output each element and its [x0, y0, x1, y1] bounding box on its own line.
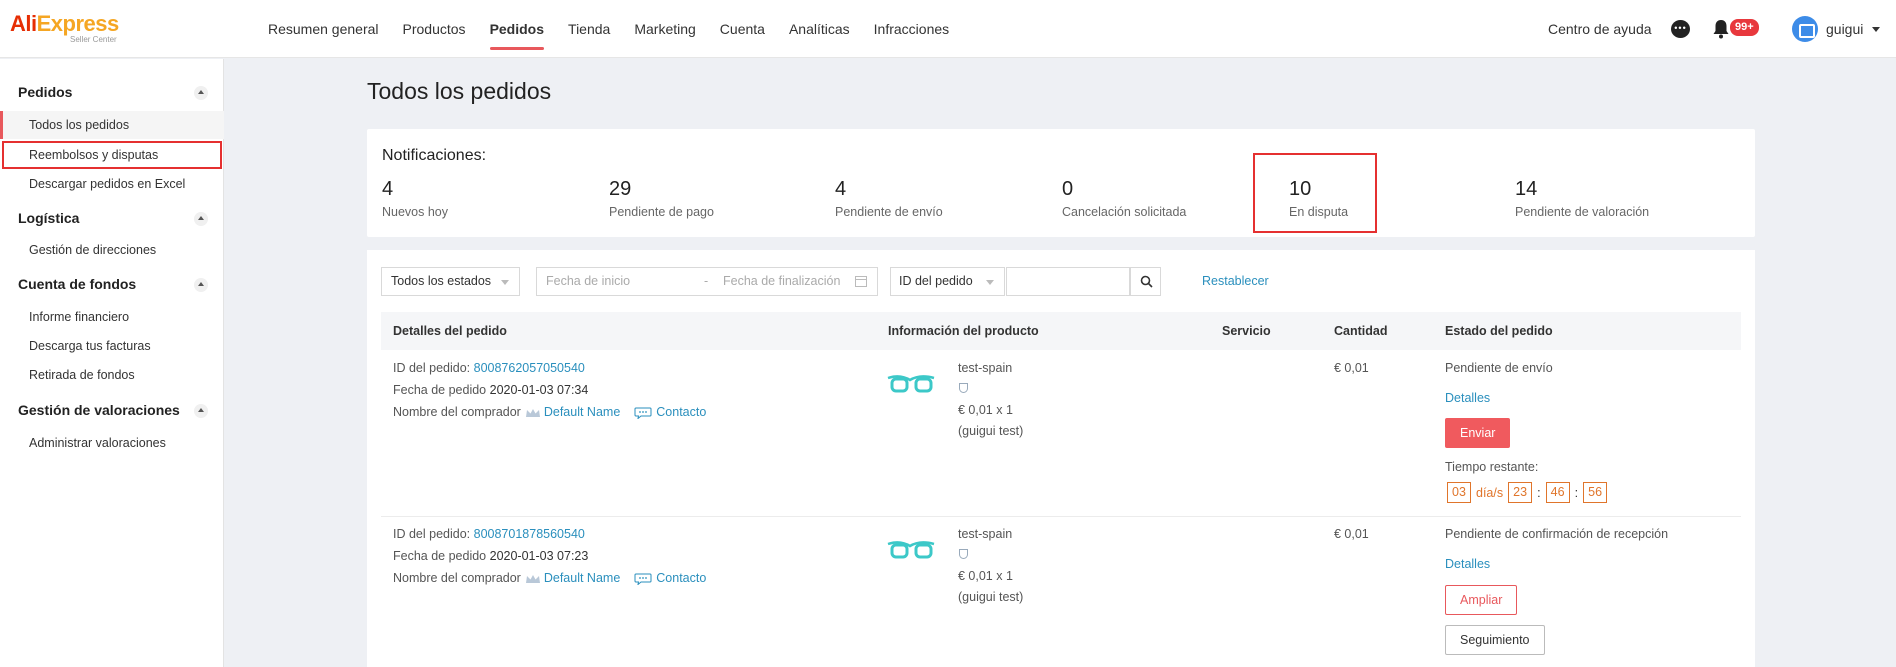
top-bar: AliExpress Seller Center Resumen general…: [0, 0, 1896, 58]
sidebar-item-administrar-valoraciones[interactable]: Administrar valoraciones: [0, 429, 224, 457]
stat-pendiente-pago[interactable]: 29 Pendiente de pago: [609, 177, 809, 219]
table-header: Detalles del pedido Información del prod…: [381, 312, 1741, 350]
main-nav: Resumen general Productos Pedidos Tienda…: [256, 0, 961, 58]
table-row: ID del pedido: 8008701878560540 Fecha de…: [381, 517, 1741, 667]
nav-resumen-general[interactable]: Resumen general: [256, 0, 391, 58]
sidebar-group-pedidos[interactable]: Pedidos: [0, 77, 224, 107]
help-center-link[interactable]: Centro de ayuda: [1548, 0, 1652, 58]
ampliar-button[interactable]: Ampliar: [1445, 585, 1518, 615]
collapse-icon[interactable]: [194, 404, 208, 418]
date-end-field[interactable]: Fecha de finalización: [723, 268, 840, 295]
details-link[interactable]: Detalles: [1445, 553, 1490, 575]
product-thumbnail[interactable]: [886, 370, 936, 400]
contact-icon[interactable]: [634, 573, 652, 585]
contact-link[interactable]: Contacto: [656, 405, 706, 419]
chat-icon[interactable]: •••: [1671, 20, 1690, 38]
notifications-card: Notificaciones: 4 Nuevos hoy 29 Pendient…: [367, 129, 1755, 237]
nav-infracciones[interactable]: Infracciones: [862, 0, 961, 58]
sidebar-item-descargar-pedidos[interactable]: Descargar pedidos en Excel: [0, 170, 224, 198]
product-name[interactable]: test-spain: [958, 523, 1012, 545]
sidebar: Pedidos Todos los pedidos Reembolsos y d…: [0, 59, 224, 667]
stat-pendiente-valoracion[interactable]: 14 Pendiente de valoración: [1515, 177, 1715, 219]
nav-pedidos[interactable]: Pedidos: [478, 0, 556, 58]
buyer-name-link[interactable]: Default Name: [544, 571, 620, 585]
product-name[interactable]: test-spain: [958, 357, 1012, 379]
nav-cuenta[interactable]: Cuenta: [708, 0, 777, 58]
chevron-down-icon[interactable]: [1872, 27, 1880, 32]
order-id-search-input[interactable]: [1006, 267, 1130, 296]
shield-icon: [959, 383, 968, 393]
order-id-link[interactable]: 8008762057050540: [474, 361, 585, 375]
search-button[interactable]: [1130, 267, 1161, 296]
contact-icon[interactable]: [634, 407, 652, 419]
nav-analiticas[interactable]: Analíticas: [777, 0, 862, 58]
collapse-icon[interactable]: [194, 86, 208, 100]
table-row: ID del pedido: 8008762057050540 Fecha de…: [381, 350, 1741, 516]
avatar[interactable]: [1792, 16, 1818, 42]
order-status: Pendiente de envío: [1445, 361, 1553, 375]
notification-badge: 99+: [1730, 19, 1759, 36]
sidebar-item-reembolsos-y-disputas[interactable]: Reembolsos y disputas: [2, 141, 222, 169]
sidebar-item-gestion-direcciones[interactable]: Gestión de direcciones: [0, 236, 224, 264]
collapse-icon[interactable]: [194, 278, 208, 292]
nav-marketing[interactable]: Marketing: [622, 0, 707, 58]
buyer-name-link[interactable]: Default Name: [544, 405, 620, 419]
sidebar-group-gestion-valoraciones[interactable]: Gestión de valoraciones: [0, 395, 224, 425]
seller-center-label: Seller Center: [70, 35, 117, 44]
nav-tienda[interactable]: Tienda: [556, 0, 622, 58]
stat-en-disputa[interactable]: 10 En disputa: [1289, 177, 1489, 219]
product-thumbnail[interactable]: [886, 536, 936, 566]
chevron-down-icon: [501, 280, 509, 285]
shield-icon: [959, 549, 968, 559]
seguimiento-button[interactable]: Seguimiento: [1445, 625, 1545, 655]
crown-icon: [525, 574, 540, 583]
stat-cancelacion-solicitada[interactable]: 0 Cancelación solicitada: [1062, 177, 1262, 219]
date-range-picker[interactable]: Fecha de inicio - Fecha de finalización: [536, 267, 878, 296]
stat-nuevos-hoy[interactable]: 4 Nuevos hoy: [382, 177, 582, 219]
user-name[interactable]: guigui: [1826, 0, 1863, 58]
countdown-timer: 03 día/s 23 : 46 : 56: [1447, 482, 1608, 503]
search-icon: [1140, 275, 1153, 288]
sidebar-group-cuenta-de-fondos[interactable]: Cuenta de fondos: [0, 269, 224, 299]
crown-icon: [525, 408, 540, 417]
bell-icon[interactable]: [1712, 19, 1730, 39]
notifications-label: Notificaciones:: [382, 147, 487, 164]
details-link[interactable]: Detalles: [1445, 387, 1490, 409]
order-id-link[interactable]: 8008701878560540: [474, 527, 585, 541]
date-start-field[interactable]: Fecha de inicio: [546, 274, 630, 288]
sidebar-item-descarga-facturas[interactable]: Descarga tus facturas: [0, 332, 224, 360]
contact-link[interactable]: Contacto: [656, 571, 706, 585]
collapse-icon[interactable]: [194, 212, 208, 226]
search-type-select[interactable]: ID del pedido: [890, 267, 1005, 296]
stat-pendiente-envio[interactable]: 4 Pendiente de envío: [835, 177, 1035, 219]
sidebar-item-informe-financiero[interactable]: Informe financiero: [0, 303, 224, 331]
sidebar-item-todos-los-pedidos[interactable]: Todos los pedidos: [0, 111, 224, 139]
sidebar-group-logistica[interactable]: Logística: [0, 203, 224, 233]
chevron-down-icon: [986, 280, 994, 285]
sidebar-item-retirada-fondos[interactable]: Retirada de fondos: [0, 361, 224, 389]
orders-card: Todos los estados Fecha de inicio - Fech…: [367, 250, 1755, 667]
aliexpress-logo[interactable]: AliExpress Seller Center: [10, 12, 119, 45]
nav-productos[interactable]: Productos: [391, 0, 478, 58]
page-title: Todos los pedidos: [367, 78, 552, 104]
calendar-icon: [855, 276, 867, 287]
reset-link[interactable]: Restablecer: [1202, 274, 1269, 288]
status-select[interactable]: Todos los estados: [381, 267, 520, 296]
enviar-button[interactable]: Enviar: [1445, 418, 1511, 448]
order-status: Pendiente de confirmación de recepción: [1445, 527, 1669, 541]
